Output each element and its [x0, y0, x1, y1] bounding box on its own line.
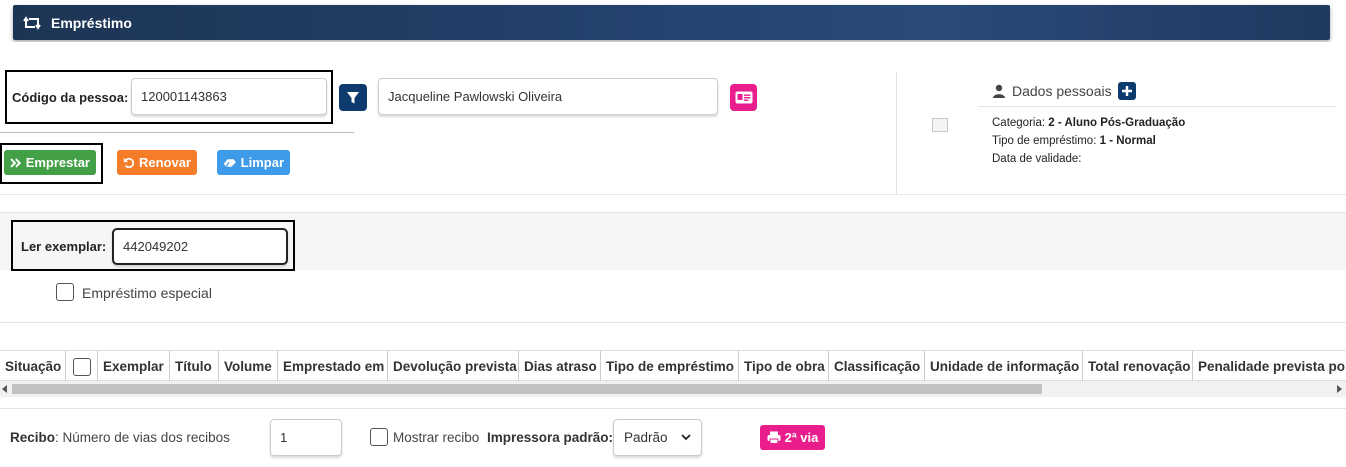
- loan-type-value: 1 - Normal: [1099, 135, 1156, 147]
- show-receipt-checkbox[interactable]: [370, 428, 388, 446]
- double-chevron-right-icon: [10, 157, 22, 168]
- personal-data-label: Dados pessoais: [1012, 83, 1112, 99]
- copies-label: : Número de vias dos recibos: [55, 430, 230, 445]
- loan-type-label: Tipo de empréstimo:: [992, 135, 1097, 147]
- col-emprestado-em[interactable]: Emprestado em: [278, 351, 388, 382]
- col-penalidade[interactable]: Penalidade prevista po: [1193, 351, 1346, 382]
- second-copy-label: 2ª via: [784, 430, 819, 445]
- col-titulo[interactable]: Título: [170, 351, 219, 382]
- receipt-label-group: Recibo: Número de vias dos recibos: [10, 430, 230, 445]
- col-situacao[interactable]: Situação: [0, 351, 66, 382]
- printer-value: Padrão: [624, 430, 668, 445]
- person-code-label: Código da pessoa:: [12, 90, 129, 105]
- expand-personal-data-button[interactable]: [1117, 82, 1136, 100]
- loans-table: Situação Exemplar Título Volume Empresta…: [0, 350, 1346, 398]
- copies-input[interactable]: 1: [270, 419, 342, 456]
- scroll-right-icon[interactable]: [1336, 385, 1342, 393]
- exemplar-label: Ler exemplar:: [21, 239, 107, 254]
- validity-row: Data de validade:: [992, 153, 1082, 165]
- col-volume[interactable]: Volume: [219, 351, 278, 382]
- page-title: Empréstimo: [51, 14, 132, 31]
- show-receipt-label: Mostrar recibo: [393, 430, 480, 445]
- person-code-input[interactable]: 120001143863: [131, 78, 327, 115]
- person-name-value: Jacqueline Pawlowski Oliveira: [388, 89, 563, 104]
- category-row: Categoria: 2 - Aluno Pós-Graduação: [992, 117, 1185, 129]
- clear-label: Limpar: [240, 155, 284, 170]
- renew-label: Renovar: [138, 155, 191, 170]
- actions-divider: [0, 132, 354, 133]
- person-name-field[interactable]: Jacqueline Pawlowski Oliveira: [378, 78, 718, 115]
- special-loan-label: Empréstimo especial: [82, 285, 212, 301]
- printer-icon: [767, 431, 781, 444]
- renew-button[interactable]: Renovar: [117, 150, 197, 175]
- select-all-checkbox[interactable]: [72, 357, 91, 376]
- col-devolucao-prevista[interactable]: Devolução prevista: [388, 351, 519, 382]
- col-dias-atraso[interactable]: Dias atraso: [519, 351, 601, 382]
- chevron-down-icon: [681, 434, 691, 441]
- filter-button[interactable]: [339, 84, 367, 111]
- lend-button[interactable]: Emprestar: [4, 150, 96, 175]
- exemplar-input[interactable]: 442049202: [112, 228, 288, 265]
- person-code-value: 120001143863: [141, 89, 227, 104]
- validity-label: Data de validade:: [992, 153, 1082, 165]
- exemplar-value: 442049202: [123, 239, 189, 254]
- id-card-icon: [735, 91, 752, 104]
- personal-data-title: Dados pessoais: [992, 82, 1136, 100]
- personal-data-divider: [978, 106, 1336, 107]
- loan-type-row: Tipo de empréstimo: 1 - Normal: [992, 135, 1156, 147]
- scroll-left-icon[interactable]: [2, 385, 8, 393]
- default-printer-label: Impressora padrão:: [487, 430, 614, 445]
- col-tipo-emprestimo[interactable]: Tipo de empréstimo: [601, 351, 739, 382]
- person-photo: [932, 118, 948, 132]
- col-select-all[interactable]: [66, 351, 98, 382]
- plus-icon: [1121, 86, 1132, 96]
- scroll-thumb[interactable]: [12, 384, 1042, 394]
- id-card-button[interactable]: [730, 84, 757, 111]
- panel-separator: [896, 72, 897, 194]
- printer-select[interactable]: Padrão: [613, 419, 702, 456]
- col-tipo-obra[interactable]: Tipo de obra: [739, 351, 829, 382]
- table-header: Situação Exemplar Título Volume Empresta…: [0, 350, 1346, 382]
- copies-value: 1: [280, 430, 288, 445]
- horizontal-scrollbar[interactable]: [0, 381, 1346, 397]
- undo-icon: [123, 157, 135, 168]
- section-divider: [0, 322, 1346, 323]
- clear-button[interactable]: Limpar: [217, 150, 290, 175]
- category-label: Categoria:: [992, 117, 1046, 129]
- second-copy-button[interactable]: 2ª via: [760, 425, 825, 450]
- category-value: 2 - Aluno Pós-Graduação: [1048, 117, 1186, 129]
- user-icon: [993, 84, 1005, 98]
- filter-icon: [347, 91, 359, 103]
- eraser-icon: [223, 158, 236, 167]
- lend-label: Emprestar: [25, 155, 90, 170]
- receipt-label: Recibo: [10, 430, 56, 445]
- special-loan-checkbox[interactable]: [56, 283, 74, 301]
- col-classificacao[interactable]: Classificação: [829, 351, 925, 382]
- page-header: Empréstimo: [13, 5, 1330, 40]
- col-exemplar[interactable]: Exemplar: [98, 351, 170, 382]
- col-total-renovacao[interactable]: Total renovação: [1083, 351, 1193, 382]
- col-unidade-informacao[interactable]: Unidade de informação: [925, 351, 1083, 382]
- retweet-icon: [23, 15, 43, 31]
